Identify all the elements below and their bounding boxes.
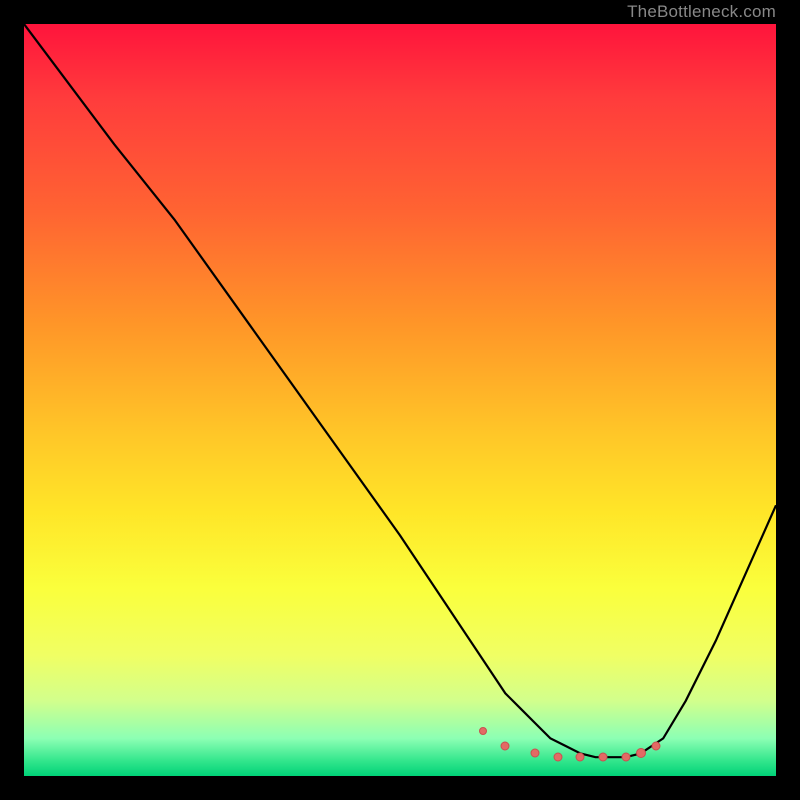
optimum-dots-layer — [24, 24, 776, 776]
optimum-dot — [501, 741, 510, 750]
optimum-dot — [576, 753, 585, 762]
optimum-dot — [553, 753, 562, 762]
plot-area — [24, 24, 776, 776]
optimum-dot — [531, 749, 540, 758]
optimum-dot — [479, 727, 487, 735]
chart-frame: TheBottleneck.com — [0, 0, 800, 800]
optimum-dot — [599, 753, 608, 762]
watermark-text: TheBottleneck.com — [627, 0, 776, 24]
optimum-dot — [651, 741, 660, 750]
optimum-dot — [621, 753, 630, 762]
optimum-dot — [636, 748, 646, 758]
